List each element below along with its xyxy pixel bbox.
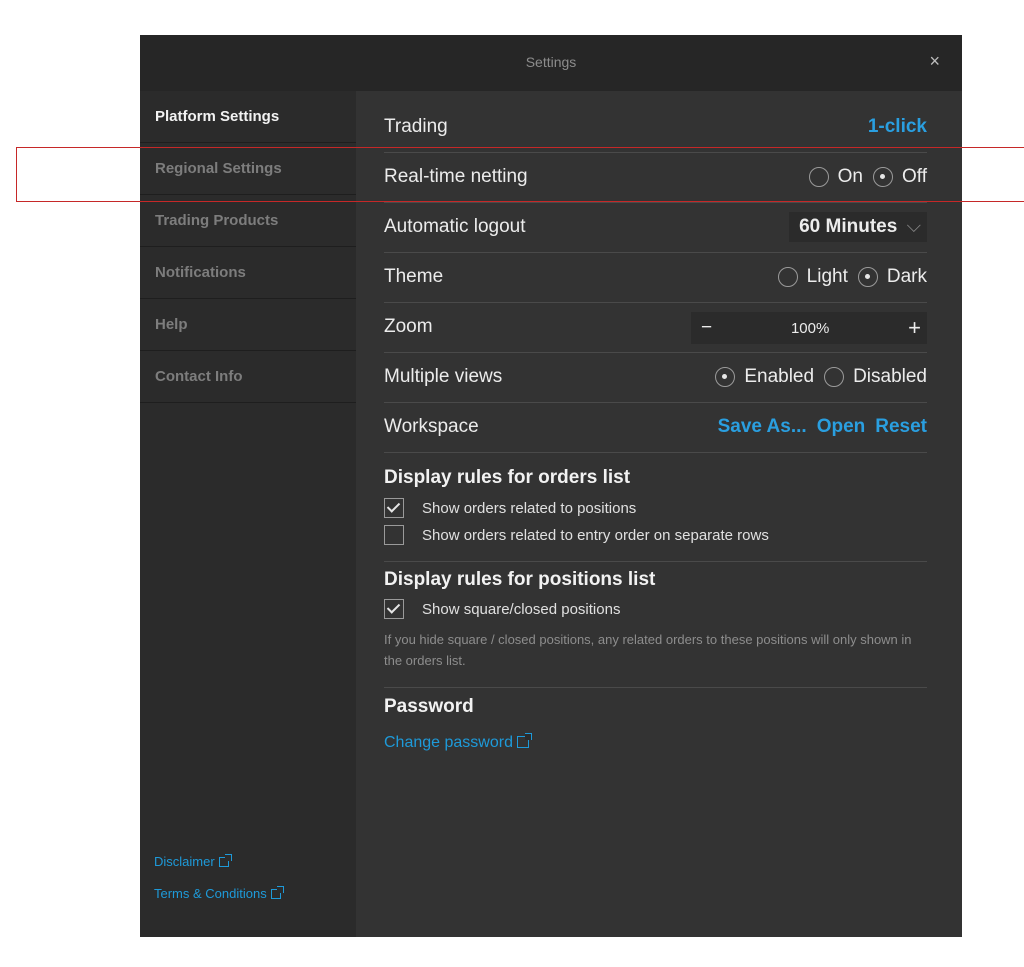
theme-label: Theme [384,266,444,287]
views-enabled-radio[interactable] [715,367,736,387]
disclaimer-label: Disclaimer [154,854,215,869]
views-enabled-label: Enabled [744,366,815,387]
orders-positions-checkbox[interactable] [384,498,404,518]
views-disabled-radio[interactable] [824,367,845,387]
zoom-out-button[interactable]: − [701,317,712,339]
orders-entry-label: Show orders related to entry order on se… [422,526,769,544]
logout-select[interactable]: 60 Minutes ⌵ [789,212,927,242]
change-password-label: Change password [384,734,513,751]
dialog-title: Settings [525,54,577,70]
logout-value: 60 Minutes [799,216,898,237]
trading-label: Trading [384,116,448,137]
square-positions-label: Show square/closed positions [422,600,621,618]
orders-positions-check[interactable]: Show orders related to positions [384,498,636,518]
theme-dark-radio[interactable] [857,267,878,287]
disclaimer-link[interactable]: Disclaimer [154,854,232,869]
zoom-row: Zoom − 100% + [384,303,927,353]
external-link-icon [516,733,532,748]
zoom-label: Zoom [384,316,433,337]
zoom-value: 100% [790,319,830,337]
sidebar-item-notifications[interactable]: Notifications [140,247,356,299]
workspace-row: Workspace Save As... Open Reset [384,403,927,453]
chevron-down-icon: ⌵ [906,216,921,237]
views-row: Multiple views Enabled Disabled [384,353,927,403]
settings-sidebar: Platform Settings Regional Settings Trad… [140,91,356,937]
theme-row: Theme Light Dark [384,253,927,303]
terms-link[interactable]: Terms & Conditions [154,886,284,901]
external-link-icon [218,854,232,867]
workspace-label: Workspace [384,416,479,437]
close-icon[interactable]: × [929,51,940,72]
theme-dark-label: Dark [886,266,927,287]
trading-mode-link[interactable]: 1-click [868,116,927,138]
terms-label: Terms & Conditions [154,886,267,901]
orders-positions-label: Show orders related to positions [422,499,637,517]
change-password-link[interactable]: Change password [384,733,532,752]
orders-rules-title: Display rules for orders list [384,467,631,488]
theme-light-label: Light [806,266,848,287]
zoom-control: − 100% + [691,312,927,344]
logout-label: Automatic logout [384,216,526,237]
orders-entry-check[interactable]: Show orders related to entry order on se… [384,525,769,545]
save-as-link[interactable]: Save As... [718,416,807,438]
logout-row: Automatic logout 60 Minutes ⌵ [384,203,927,253]
open-link[interactable]: Open [817,416,866,438]
trading-row: Trading 1-click [384,103,927,153]
views-label: Multiple views [384,366,503,387]
section-divider [384,687,927,688]
section-divider [384,561,927,562]
highlight-box [16,147,1024,202]
zoom-in-button[interactable]: + [908,315,921,341]
dialog-titlebar: Settings × [140,35,962,91]
sidebar-item-trading-products[interactable]: Trading Products [140,195,356,247]
square-positions-checkbox[interactable] [384,599,404,619]
positions-rules-title: Display rules for positions list [384,569,656,590]
sidebar-item-platform-settings[interactable]: Platform Settings [140,91,356,143]
reset-link[interactable]: Reset [875,416,927,438]
external-link-icon [270,886,284,899]
theme-light-radio[interactable] [777,267,798,287]
orders-entry-checkbox[interactable] [384,525,404,545]
sidebar-item-help[interactable]: Help [140,299,356,351]
positions-note: If you hide square / closed positions, a… [384,632,912,668]
password-title: Password [384,696,474,717]
square-positions-check[interactable]: Show square/closed positions [384,599,620,619]
views-disabled-label: Disabled [853,366,927,387]
sidebar-item-contact-info[interactable]: Contact Info [140,351,356,403]
